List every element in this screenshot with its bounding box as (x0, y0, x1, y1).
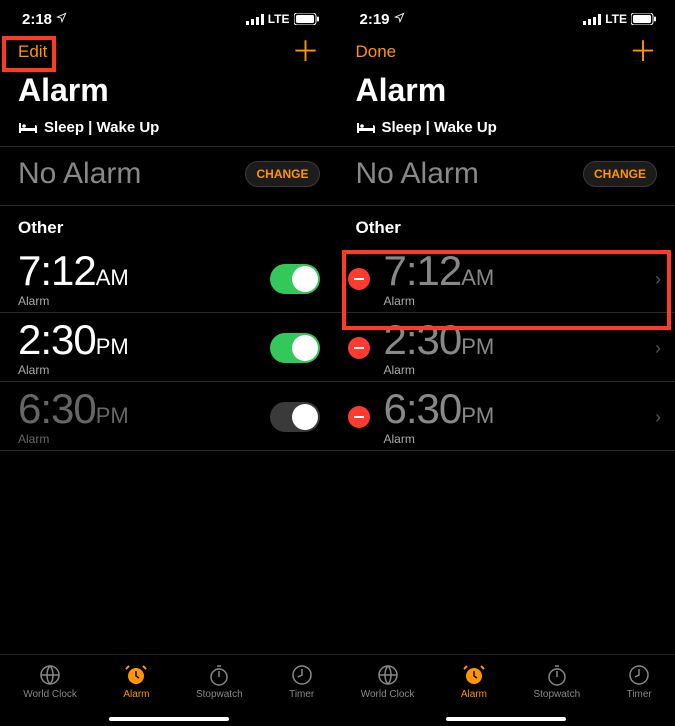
alarm-icon (462, 663, 486, 687)
alarm-sub: Alarm (384, 294, 495, 308)
battery-icon (294, 13, 320, 25)
alarm-edit-row[interactable]: 7:12AM Alarm › (338, 244, 675, 312)
add-alarm-button[interactable]: ＋ (291, 42, 319, 62)
tab-label: Alarm (123, 689, 149, 700)
alarm-sub: Alarm (18, 432, 129, 446)
alarm-icon (124, 663, 148, 687)
tab-bar: World Clock Alarm Stopwatch Timer (338, 654, 675, 726)
alarm-sub: Alarm (384, 432, 495, 446)
tab-label: Timer (289, 689, 314, 700)
delete-minus-icon[interactable] (348, 337, 370, 359)
alarm-sub: Alarm (18, 294, 129, 308)
chevron-right-icon: › (655, 338, 661, 359)
tab-alarm[interactable]: Alarm (123, 663, 149, 700)
globe-icon (376, 663, 400, 687)
lte-label: LTE (268, 12, 290, 26)
other-section: Other (338, 206, 675, 244)
tab-label: World Clock (23, 689, 77, 700)
location-icon (394, 12, 405, 23)
timer-icon (290, 663, 314, 687)
status-time: 2:19 (360, 11, 405, 28)
change-button[interactable]: CHANGE (245, 161, 319, 187)
edit-button[interactable]: Edit (18, 42, 47, 62)
status-time: 2:18 (22, 11, 67, 28)
alarm-ampm: AM (96, 265, 129, 290)
stopwatch-icon (545, 663, 569, 687)
chevron-right-icon: › (655, 269, 661, 290)
lte-label: LTE (605, 12, 627, 26)
nav-row: Edit ＋ (0, 34, 338, 72)
sleep-label: Sleep | Wake Up (382, 119, 497, 136)
tab-world-clock[interactable]: World Clock (23, 663, 77, 700)
tab-stopwatch[interactable]: Stopwatch (196, 663, 243, 700)
tab-label: Timer (627, 689, 652, 700)
tab-timer[interactable]: Timer (289, 663, 314, 700)
alarm-ampm: AM (461, 265, 494, 290)
alarm-edit-row[interactable]: 6:30PM Alarm › (338, 382, 675, 450)
page-title: Alarm (0, 72, 338, 115)
timer-icon (627, 663, 651, 687)
no-alarm-text: No Alarm (356, 157, 479, 191)
status-right: LTE (583, 12, 657, 26)
bed-icon (18, 121, 38, 135)
signal-icon (246, 14, 264, 25)
delete-minus-icon[interactable] (348, 406, 370, 428)
change-button[interactable]: CHANGE (583, 161, 657, 187)
add-alarm-button[interactable]: ＋ (629, 42, 657, 62)
delete-minus-icon[interactable] (348, 268, 370, 290)
alarm-toggle[interactable] (270, 333, 320, 363)
sleep-wake-row: Sleep | Wake Up (0, 115, 338, 146)
alarm-sub: Alarm (18, 363, 129, 377)
alarm-ampm: PM (96, 334, 129, 359)
alarm-toggle[interactable] (270, 402, 320, 432)
alarm-time: 6:30 (384, 385, 462, 432)
alarm-time: 6:30 (18, 385, 96, 432)
chevron-right-icon: › (655, 407, 661, 428)
tab-world-clock[interactable]: World Clock (361, 663, 415, 700)
tab-timer[interactable]: Timer (627, 663, 652, 700)
alarm-sub: Alarm (384, 363, 495, 377)
alarm-time: 2:30 (384, 316, 462, 363)
tab-stopwatch[interactable]: Stopwatch (533, 663, 580, 700)
tab-label: Alarm (461, 689, 487, 700)
done-button[interactable]: Done (356, 42, 397, 62)
tab-bar: World Clock Alarm Stopwatch Timer (0, 654, 338, 726)
no-alarm-row: No Alarm CHANGE (338, 147, 675, 205)
bed-icon (356, 121, 376, 135)
home-indicator[interactable] (109, 717, 229, 721)
other-section: Other (0, 206, 338, 244)
alarm-ampm: PM (461, 403, 494, 428)
alarm-row[interactable]: 7:12AM Alarm (0, 244, 338, 312)
tab-label: Stopwatch (196, 689, 243, 700)
alarm-time: 7:12 (384, 247, 462, 294)
tab-alarm[interactable]: Alarm (461, 663, 487, 700)
phone-left: 2:18 LTE Edit ＋ Alarm Sleep | Wake Up No… (0, 0, 338, 726)
location-icon (56, 12, 67, 23)
signal-icon (583, 14, 601, 25)
page-title: Alarm (338, 72, 675, 115)
stopwatch-icon (207, 663, 231, 687)
alarm-toggle[interactable] (270, 264, 320, 294)
sleep-label: Sleep | Wake Up (44, 119, 159, 136)
home-indicator[interactable] (446, 717, 566, 721)
alarm-edit-row[interactable]: 2:30PM Alarm › (338, 313, 675, 381)
no-alarm-text: No Alarm (18, 157, 141, 191)
battery-icon (631, 13, 657, 25)
globe-icon (38, 663, 62, 687)
alarm-time: 2:30 (18, 316, 96, 363)
alarm-ampm: PM (461, 334, 494, 359)
status-right: LTE (246, 12, 320, 26)
alarm-row[interactable]: 2:30PM Alarm (0, 313, 338, 381)
alarm-row[interactable]: 6:30PM Alarm (0, 382, 338, 450)
no-alarm-row: No Alarm CHANGE (0, 147, 338, 205)
tab-label: World Clock (361, 689, 415, 700)
status-bar: 2:18 LTE (0, 0, 338, 34)
phone-right: 2:19 LTE Done ＋ Alarm Sleep | Wake Up No… (338, 0, 675, 726)
nav-row: Done ＋ (338, 34, 675, 72)
alarm-time: 7:12 (18, 247, 96, 294)
alarm-ampm: PM (96, 403, 129, 428)
sleep-wake-row: Sleep | Wake Up (338, 115, 675, 146)
tab-label: Stopwatch (533, 689, 580, 700)
status-bar: 2:19 LTE (338, 0, 675, 34)
